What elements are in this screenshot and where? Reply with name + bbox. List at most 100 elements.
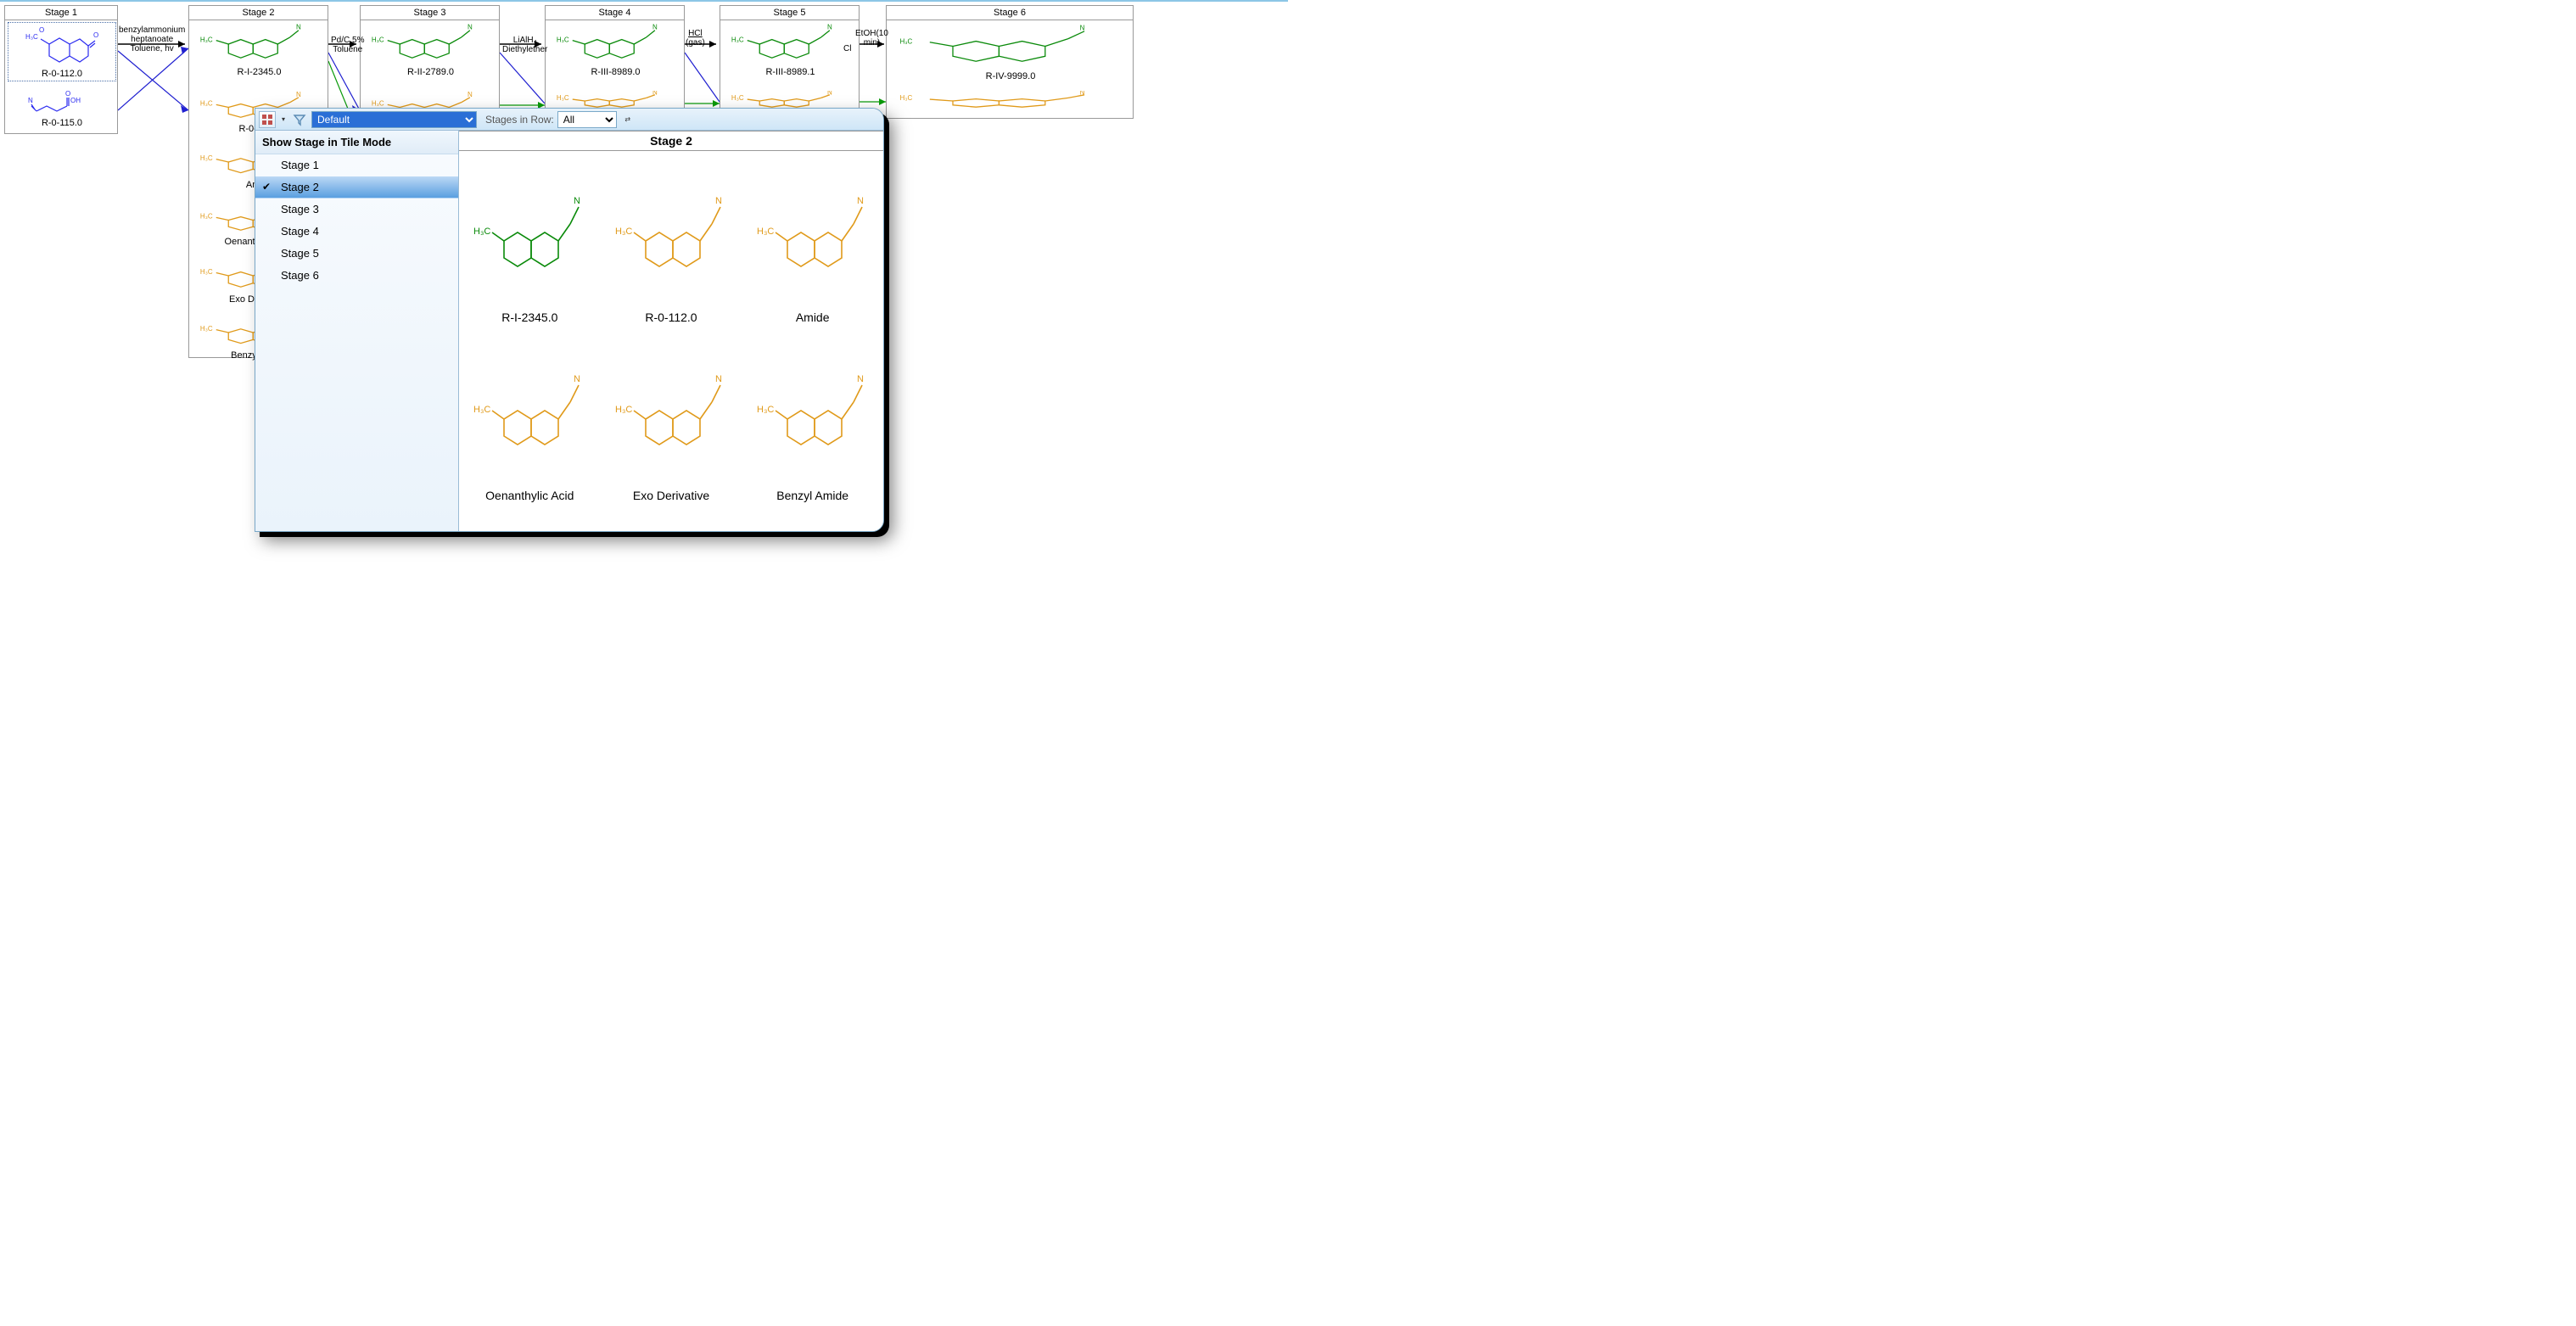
structure-icon: H₃C N [362,21,499,67]
tile-cell[interactable]: H₃C N Amide [742,151,883,329]
svg-text:H₃C: H₃C [757,227,774,237]
stage-header: Stage 4 [546,6,684,20]
svg-text:N: N [715,374,722,384]
stages-in-row-select[interactable]: All [557,111,617,128]
svg-text:H₃C: H₃C [200,100,213,108]
structure-icon: H₃C N [606,334,737,487]
stage-menu-item-label: Stage 4 [281,225,319,238]
stage-menu-item-label: Stage 3 [281,203,319,215]
stage-column-4[interactable]: Stage 4 H₃C N R-III-8989.0 H₃C N [545,5,685,119]
stage-header: Stage 5 [720,6,859,20]
stage-menu: Show Stage in Tile Mode Stage 1 ✔Stage 2 S… [255,131,459,531]
stage-column-1[interactable]: Stage 1 H₃CO O R-0-112.0 N O [4,5,118,134]
svg-text:N: N [827,24,832,31]
reagent-label: benzylammoniumheptanoateToluene, hv [119,25,185,53]
compound-label: R-I-2345.0 [191,67,328,77]
stage-header: Stage 6 [887,6,1133,20]
stage-menu-item[interactable]: ✔Stage 2 [255,176,458,199]
compound-cell[interactable]: H₃CO O R-0-112.0 [7,21,117,82]
view-preset-select[interactable]: Default [311,111,477,128]
svg-text:N: N [296,91,301,98]
structure-icon: H₃C N [747,156,878,309]
stage-menu-item-label: Stage 5 [281,247,319,260]
reagent-label: LiAlH₄Diethylether [502,36,547,54]
compound-cell[interactable]: H₃C N R-IV-9999.0 [888,21,1133,85]
reagent-label: HCl(gas) [686,29,705,48]
compound-label: R-III-8989.0 [547,67,684,77]
stage-menu-item-label: Stage 6 [281,269,319,282]
svg-text:H₃C: H₃C [200,154,213,162]
compound-cell[interactable]: H₃C N R-I-2345.0 [191,21,328,81]
structure-icon: H₃C N [606,156,737,309]
filter-button[interactable] [291,111,308,128]
tile-cell[interactable]: H₃C N R-0-112.0 [601,151,742,329]
svg-text:N: N [857,196,864,206]
svg-text:N: N [652,24,658,31]
synthesis-canvas: Stage 1 H₃CO O R-0-112.0 N O [0,0,1288,663]
svg-text:H₃C: H₃C [200,36,213,43]
stage-menu-item-label: Stage 1 [281,159,319,171]
stage-menu-header: Show Stage in Tile Mode [255,131,458,154]
svg-text:N: N [296,24,301,31]
stage-column-6[interactable]: Stage 6 H₃C N R-IV-9999.0 H₃C N [886,5,1134,119]
compound-label: R-IV-9999.0 [888,71,1133,81]
svg-text:H₃C: H₃C [200,268,213,276]
svg-text:N: N [468,24,473,31]
structure-icon: H₃C N [464,156,596,309]
svg-text:H₃C: H₃C [731,94,744,102]
reagent-label: Pd/C 5%Toluene [331,36,364,54]
svg-text:H₃C: H₃C [372,100,384,108]
compound-cell[interactable]: N O OH R-0-115.0 [7,87,117,131]
stage-menu-item[interactable]: Stage 1 [255,154,458,176]
structure-icon: H₃C N [464,334,596,487]
stage-menu-item[interactable]: Stage 3 [255,199,458,221]
dropdown-icon[interactable]: ▾ [279,111,288,128]
compound-cell[interactable]: H₃C N R-II-2789.0 [362,21,499,81]
tile-cell[interactable]: H₃C N Benzyl Amide [742,329,883,507]
compound-cell[interactable]: H₃C N R-III-8989.0 [547,21,684,81]
svg-text:O: O [39,26,44,34]
reagent-label: EtOH(10min) [855,29,888,48]
svg-text:N: N [652,91,658,96]
tile-label: Amide [796,309,830,324]
tile-label: R-I-2345.0 [501,309,557,324]
tile-header: Stage 2 [459,131,883,151]
svg-text:H₃C: H₃C [473,405,490,415]
tile-cell[interactable]: H₃C N Oenanthylic Acid [459,329,601,507]
structure-icon: H₃C N [547,21,684,67]
overflow-icon[interactable]: ⇄ [624,111,632,128]
compound-cell[interactable]: H₃C N R-III-8989.1 [722,21,859,81]
tile-area[interactable]: Stage 2 H₃C N R-I-2345.0 H₃C N R-0-112.0… [459,131,883,531]
svg-text:N: N [827,91,832,96]
stage-menu-item[interactable]: Stage 4 [255,221,458,243]
svg-text:H₃C: H₃C [757,405,774,415]
svg-text:H₃C: H₃C [731,36,744,43]
svg-text:OH: OH [70,97,81,104]
svg-text:H₃C: H₃C [557,94,569,102]
check-icon: ✔ [262,181,271,193]
structure-icon: H₃C N [888,91,1133,111]
tile-cell[interactable]: H₃C N R-I-2345.0 [459,151,601,329]
stage-header: Stage 2 [189,6,328,20]
compound-cell[interactable]: H₃C N [888,91,1133,125]
grid-view-button[interactable] [259,111,276,128]
svg-text:H₃C: H₃C [25,33,38,41]
stage-menu-item[interactable]: Stage 5 [255,243,458,265]
svg-text:H₃C: H₃C [200,213,213,221]
structure-icon: N O OH [7,87,117,118]
svg-text:H₃C: H₃C [899,38,912,46]
stage-menu-item[interactable]: Stage 6 [255,265,458,287]
structure-icon: H₃C N [722,21,859,67]
stage-column-5[interactable]: Stage 5 H₃C N R-III-8989.1 H₃C N [720,5,860,119]
tile-cell[interactable]: H₃C N Exo Derivative [601,329,742,507]
compound-label: R-0-112.0 [7,69,117,79]
svg-text:H₃C: H₃C [473,227,490,237]
svg-text:N: N [1080,25,1085,32]
reagent-label: Cl [843,44,851,53]
svg-text:H₃C: H₃C [615,405,632,415]
compound-label: R-III-8989.1 [722,67,859,77]
tile-label: Benzyl Amide [776,487,848,502]
structure-icon: H₃C N [888,21,1133,71]
svg-text:H₃C: H₃C [200,325,213,333]
tile-mode-popup[interactable]: ▾ Default Stages in Row: All ⇄ Show Stag… [255,108,884,532]
